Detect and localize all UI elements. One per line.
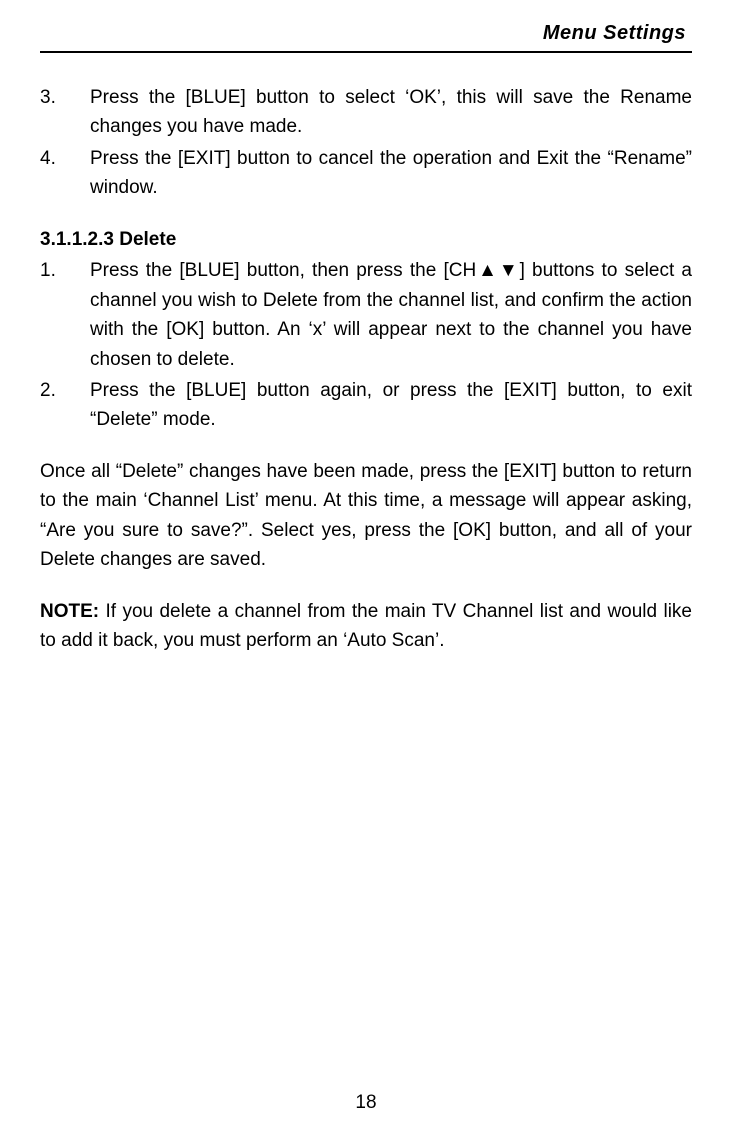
list-text: Press the [BLUE] button again, or press … — [90, 376, 692, 435]
page-number: 18 — [0, 1092, 732, 1114]
rename-step-3: 3. Press the [BLUE] button to select ‘OK… — [40, 83, 692, 142]
list-number: 4. — [40, 144, 90, 203]
header-title: Menu Settings — [40, 22, 692, 45]
list-text: Press the [EXIT] button to cancel the op… — [90, 144, 692, 203]
rename-step-4: 4. Press the [EXIT] button to cancel the… — [40, 144, 692, 203]
list-number: 3. — [40, 83, 90, 142]
body-content: 3. Press the [BLUE] button to select ‘OK… — [40, 53, 692, 655]
note-text: If you delete a channel from the main TV… — [40, 601, 692, 651]
delete-step-2: 2. Press the [BLUE] button again, or pre… — [40, 376, 692, 435]
list-text: Press the [BLUE] button, then press the … — [90, 256, 692, 374]
delete-heading: 3.1.1.2.3 Delete — [40, 225, 692, 254]
delete-after-paragraph: Once all “Delete” changes have been made… — [40, 457, 692, 575]
list-number: 1. — [40, 256, 90, 374]
list-number: 2. — [40, 376, 90, 435]
list-text: Press the [BLUE] button to select ‘OK’, … — [90, 83, 692, 142]
note-paragraph: NOTE: If you delete a channel from the m… — [40, 597, 692, 656]
note-label: NOTE: — [40, 601, 99, 622]
delete-step-1: 1. Press the [BLUE] button, then press t… — [40, 256, 692, 374]
